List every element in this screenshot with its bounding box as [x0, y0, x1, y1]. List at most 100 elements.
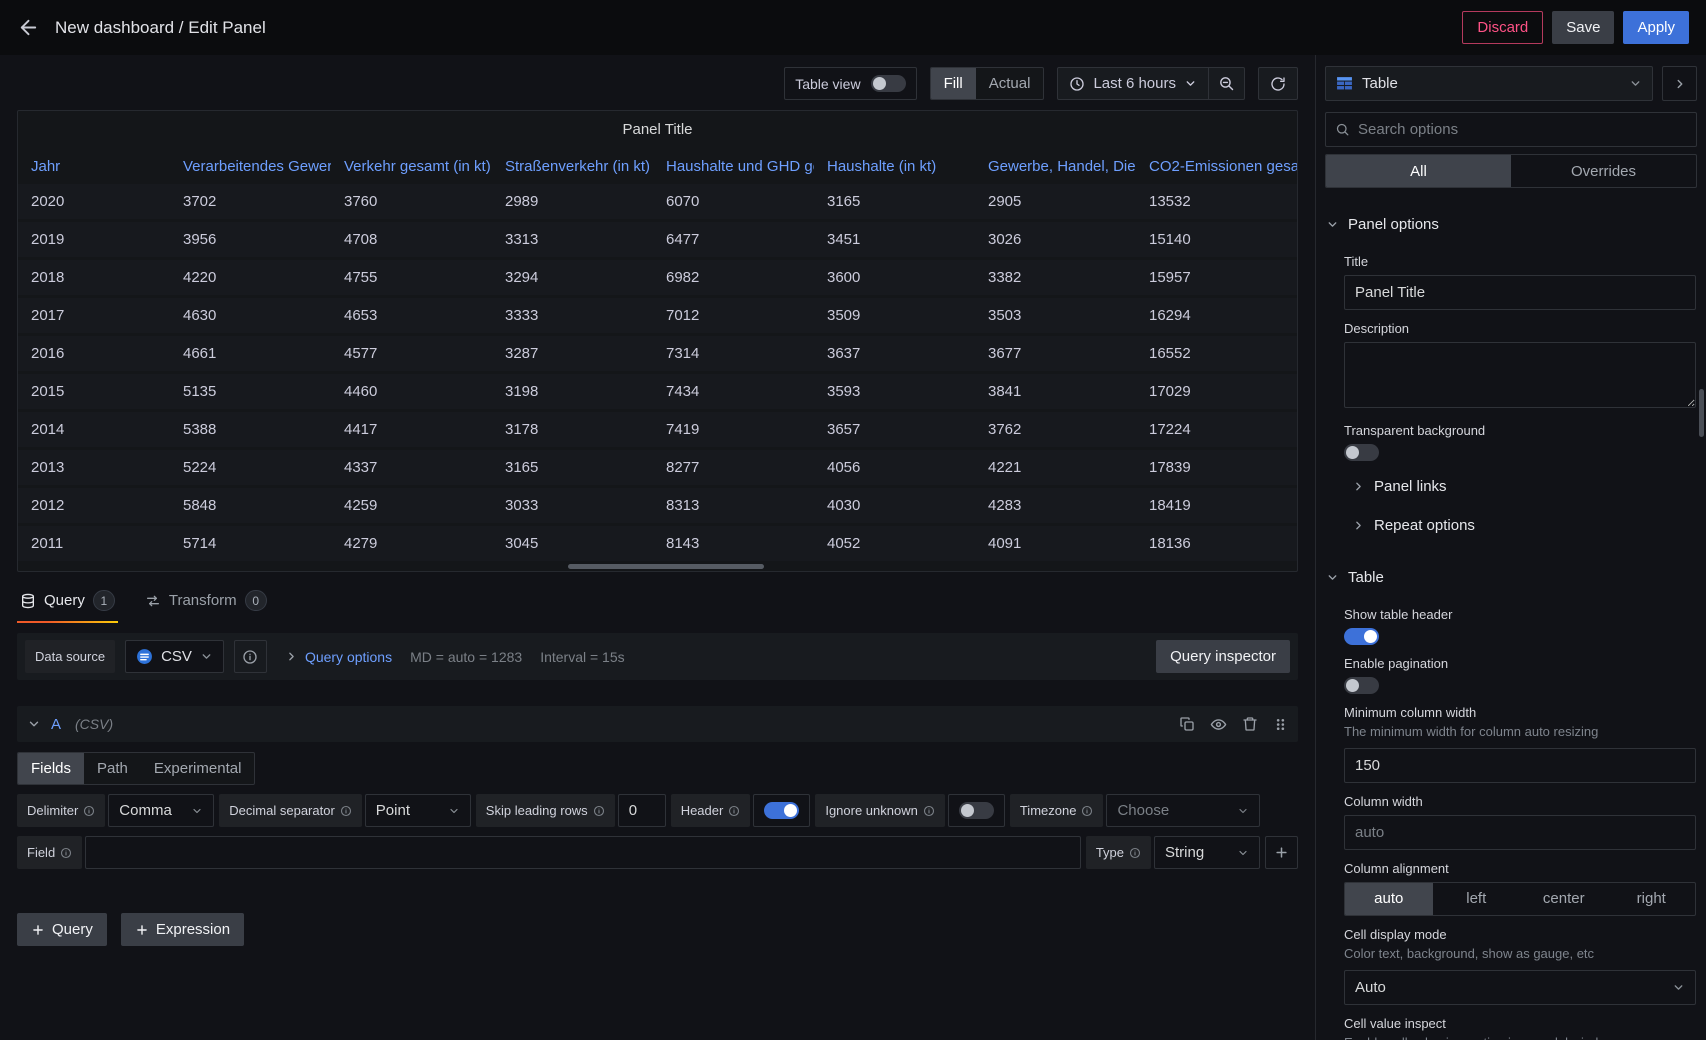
query-inspector-button[interactable]: Query inspector — [1156, 640, 1290, 673]
table-cell: 4708 — [331, 221, 492, 259]
ignore-unknown-toggle[interactable] — [959, 802, 994, 819]
query-options-toggle[interactable]: Query options — [285, 649, 392, 665]
table-cell: 15140 — [1136, 221, 1297, 259]
panel-links-section[interactable]: Panel links — [1352, 467, 1696, 506]
cell-value-inspect-desc: Enable cell value inspection in a modal … — [1344, 1035, 1696, 1040]
datasource-help-button[interactable] — [234, 640, 267, 673]
table-cell: 3287 — [492, 335, 653, 373]
chevron-down-icon — [1237, 847, 1249, 859]
column-alignment-group: autoleftcenterright — [1344, 882, 1696, 916]
description-input[interactable] — [1344, 342, 1696, 408]
panel-title-input[interactable] — [1344, 275, 1696, 310]
chevron-right-icon — [1673, 77, 1687, 91]
options-tab-overrides[interactable]: Overrides — [1511, 155, 1696, 187]
timezone-select[interactable]: Choose — [1106, 794, 1260, 827]
table-cell: 3841 — [975, 373, 1136, 411]
actual-option-button[interactable]: Actual — [976, 68, 1044, 99]
table-cell: 2014 — [18, 411, 170, 449]
table-cell: 3760 — [331, 184, 492, 221]
align-option-right[interactable]: right — [1608, 883, 1696, 915]
add-field-button[interactable] — [1265, 836, 1298, 869]
field-name-input[interactable] — [85, 836, 1081, 869]
options-sidebar: Table All Overrides — [1315, 55, 1706, 1040]
query-options-interval: Interval = 15s — [540, 649, 624, 665]
align-option-center[interactable]: center — [1520, 883, 1608, 915]
back-button[interactable] — [17, 16, 40, 39]
skip-rows-input[interactable] — [618, 794, 666, 827]
time-picker-group: Last 6 hours — [1057, 67, 1245, 100]
decimal-separator-select[interactable]: Point — [365, 794, 471, 827]
csv-tab-path[interactable]: Path — [84, 753, 141, 784]
delimiter-select[interactable]: Comma — [108, 794, 214, 827]
table-cell: 2016 — [18, 335, 170, 373]
options-tab-all[interactable]: All — [1326, 155, 1511, 187]
column-header[interactable]: CO2-Emissionen gesar — [1136, 149, 1297, 184]
table-cell: 3026 — [975, 221, 1136, 259]
align-option-left[interactable]: left — [1433, 883, 1521, 915]
table-cell: 4279 — [331, 525, 492, 563]
datasource-label: Data source — [25, 640, 115, 673]
save-button[interactable]: Save — [1552, 11, 1614, 44]
repeat-options-section[interactable]: Repeat options — [1352, 506, 1696, 545]
table-cell: 6982 — [653, 259, 814, 297]
column-header[interactable]: Haushalte und GHD ge — [653, 149, 814, 184]
hide-query-button[interactable] — [1210, 716, 1227, 733]
column-header[interactable]: Straßenverkehr (in kt) — [492, 149, 653, 184]
table-horizontal-scrollbar[interactable] — [568, 564, 764, 569]
table-view-toggle[interactable] — [871, 75, 906, 92]
table-cell: 2011 — [18, 525, 170, 563]
tab-transform[interactable]: Transform 0 — [142, 580, 270, 623]
fill-option-button[interactable]: Fill — [931, 68, 976, 99]
csv-tab-fields[interactable]: Fields — [18, 753, 84, 784]
cell-display-mode-select[interactable]: Auto — [1344, 970, 1696, 1005]
collapse-options-pane-button[interactable] — [1662, 66, 1697, 101]
chevron-down-icon — [191, 805, 203, 817]
table-cell: 17224 — [1136, 411, 1297, 449]
table-cell: 8277 — [653, 449, 814, 487]
column-header[interactable]: Jahr — [18, 149, 170, 184]
query-editor-header[interactable]: A (CSV) — [17, 706, 1298, 742]
options-search-input[interactable] — [1358, 121, 1687, 138]
zoom-out-button[interactable] — [1209, 67, 1245, 100]
column-width-input[interactable] — [1344, 815, 1696, 850]
show-table-header-toggle[interactable] — [1344, 628, 1379, 645]
datasource-picker[interactable]: CSV — [125, 640, 224, 673]
column-header[interactable]: Haushalte (in kt) — [814, 149, 975, 184]
column-header[interactable]: Verkehr gesamt (in kt) — [331, 149, 492, 184]
drag-handle[interactable] — [1273, 716, 1288, 733]
delete-query-button[interactable] — [1242, 716, 1258, 733]
refresh-button[interactable] — [1258, 67, 1298, 100]
apply-button[interactable]: Apply — [1623, 11, 1689, 44]
table-cell: 5224 — [170, 449, 331, 487]
table-cell: 2018 — [18, 259, 170, 297]
duplicate-query-button[interactable] — [1179, 716, 1195, 733]
enable-pagination-toggle[interactable] — [1344, 677, 1379, 694]
title-field-label: Title — [1344, 254, 1696, 269]
chevron-down-icon — [448, 805, 460, 817]
transparent-background-toggle[interactable] — [1344, 444, 1379, 461]
column-header[interactable]: Verarbeitendes Gewerl — [170, 149, 331, 184]
table-cell: 3677 — [975, 335, 1136, 373]
panel-options-section-header[interactable]: Panel options — [1326, 204, 1696, 243]
viz-name: Table — [1362, 75, 1398, 92]
info-icon — [593, 805, 605, 817]
add-expression-button[interactable]: Expression — [121, 913, 244, 946]
discard-button[interactable]: Discard — [1462, 11, 1543, 44]
table-section-header[interactable]: Table — [1326, 557, 1696, 596]
panel-title[interactable]: Panel Title — [18, 111, 1297, 149]
align-option-auto[interactable]: auto — [1345, 883, 1433, 915]
field-type-select[interactable]: String — [1154, 836, 1260, 869]
delimiter-field: Delimiter Comma — [17, 794, 214, 827]
show-table-header-label: Show table header — [1344, 607, 1696, 622]
trash-icon — [1242, 716, 1258, 732]
tab-query[interactable]: Query 1 — [17, 580, 118, 623]
sidebar-scrollbar[interactable] — [1699, 389, 1704, 437]
table-cell: 4220 — [170, 259, 331, 297]
csv-tab-experimental[interactable]: Experimental — [141, 753, 255, 784]
visualization-picker[interactable]: Table — [1325, 66, 1653, 101]
column-header[interactable]: Gewerbe, Handel, Dien — [975, 149, 1136, 184]
header-toggle[interactable] — [764, 802, 799, 819]
time-range-picker[interactable]: Last 6 hours — [1057, 67, 1209, 100]
min-column-width-input[interactable] — [1344, 748, 1696, 783]
add-query-button[interactable]: Query — [17, 913, 107, 946]
